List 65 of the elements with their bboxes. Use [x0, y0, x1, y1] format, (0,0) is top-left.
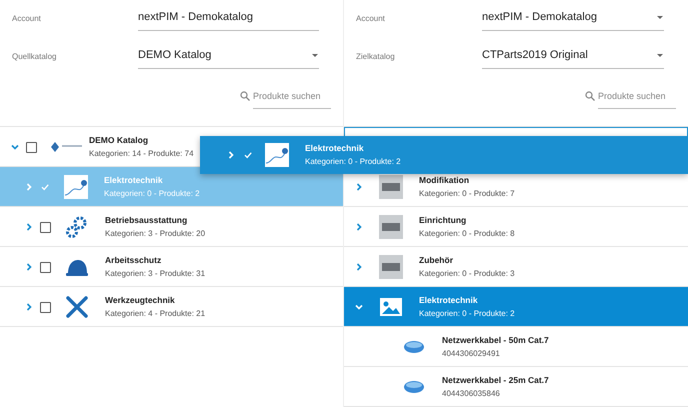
item-subtitle: Kategorien: 0 - Produkte: 3 [419, 268, 515, 280]
account-select[interactable]: nextPIM - Demokatalog [138, 7, 319, 31]
item-title: Werkzeugtechnik [105, 294, 176, 306]
search-field[interactable]: Produkte suchen [253, 90, 331, 108]
item-subtitle: Kategorien: 0 - Produkte: 8 [419, 228, 515, 240]
field-label: Quellkatalog [12, 51, 58, 63]
chevron-down-icon[interactable] [10, 142, 20, 152]
item-subtitle: Kategorien: 0 - Produkte: 2 [419, 308, 515, 320]
field-label: Zielkatalog [356, 51, 396, 63]
tools-icon [65, 295, 89, 319]
cable-thumbnail [64, 175, 88, 199]
item-title: Modifikation [419, 174, 470, 186]
item-subtitle: Kategorien: 14 - Produkte: 74 [89, 148, 194, 160]
tree-row[interactable]: Werkzeugtechnik Kategorien: 4 - Produkte: 21 [0, 287, 343, 327]
item-title: Elektrotechnik [104, 174, 164, 186]
search-icon [240, 91, 250, 101]
item-subtitle: Kategorien: 4 - Produkte: 21 [105, 308, 206, 320]
search-field[interactable]: Produkte suchen [598, 90, 676, 108]
chevron-right-icon [226, 150, 236, 160]
logo-icon [49, 140, 85, 154]
chevron-right-icon[interactable] [24, 182, 34, 192]
product-row[interactable]: Netzwerkkabel - 50m Cat.7 4044306029491 [344, 327, 688, 367]
tree-row[interactable]: Elektrotechnik Kategorien: 0 - Produkte: 2 [344, 287, 688, 327]
check-icon[interactable] [40, 182, 50, 192]
checkbox[interactable] [40, 302, 51, 312]
chevron-right-icon[interactable] [354, 262, 364, 272]
item-subtitle: Kategorien: 0 - Produkte: 2 [104, 188, 200, 200]
item-subtitle: Kategorien: 3 - Produkte: 20 [105, 228, 206, 240]
chevron-right-icon[interactable] [24, 222, 34, 232]
checkbox[interactable] [26, 142, 37, 152]
item-title: DEMO Katalog [89, 134, 150, 146]
cable-thumbnail [265, 143, 289, 167]
product-photo [379, 175, 403, 199]
chevron-right-icon[interactable] [24, 302, 34, 312]
gears-icon [65, 215, 89, 239]
product-photo [379, 255, 403, 279]
product-row[interactable]: Netzwerkkabel - 25m Cat.7 4044306035846 [344, 367, 688, 407]
tree-row[interactable]: Einrichtung Kategorien: 0 - Produkte: 8 [344, 207, 688, 247]
chevron-right-icon[interactable] [24, 262, 34, 272]
item-subtitle: Kategorien: 0 - Produkte: 7 [419, 188, 515, 200]
chevron-right-icon[interactable] [354, 222, 364, 232]
tree-row[interactable]: Betriebsausstattung Kategorien: 3 - Produkte: 20 [0, 207, 343, 247]
field-label: Account [12, 13, 42, 25]
chevron-right-icon[interactable] [354, 182, 364, 192]
item-title: Betriebsausstattung [105, 214, 188, 226]
item-subtitle: 4044306035846 [442, 388, 501, 400]
checkbox[interactable] [40, 262, 51, 272]
item-title: Arbeitsschutz [105, 254, 162, 266]
item-subtitle: Kategorien: 3 - Produkte: 31 [105, 268, 206, 280]
item-title: Netzwerkkabel - 25m Cat.7 [442, 374, 549, 386]
search-icon [585, 91, 595, 101]
field-label: Account [356, 13, 386, 25]
item-title: Elektrotechnik [419, 294, 479, 306]
product-photo [379, 215, 403, 239]
item-subtitle: 4044306029491 [442, 348, 501, 360]
tree-row[interactable]: Arbeitsschutz Kategorien: 3 - Produkte: 31 [0, 247, 343, 287]
checkbox[interactable] [40, 222, 51, 232]
item-title: Einrichtung [419, 214, 468, 226]
image-placeholder-icon [379, 295, 403, 319]
catalog-select[interactable]: DEMO Katalog [138, 45, 319, 69]
item-title: Zubehör [419, 254, 454, 266]
item-title: Netzwerkkabel - 50m Cat.7 [442, 334, 549, 346]
account-select[interactable]: nextPIM - Demokatalog [482, 7, 664, 31]
catalog-select[interactable]: CTParts2019 Original [482, 45, 664, 69]
chevron-down-icon[interactable] [354, 302, 364, 312]
